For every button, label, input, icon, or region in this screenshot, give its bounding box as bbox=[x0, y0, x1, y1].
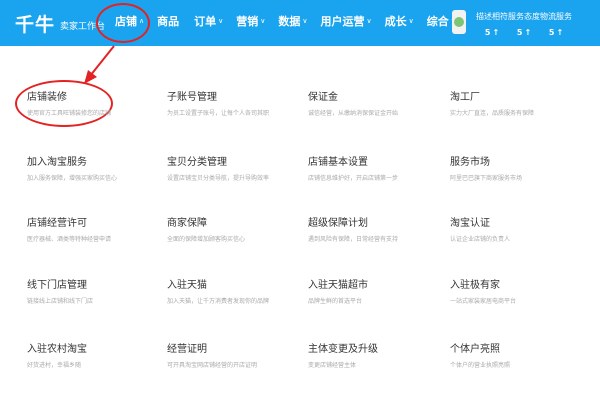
grid-item-join-jiyoujia[interactable]: 入驻极有家 一站式家装家居电商平台 bbox=[450, 276, 580, 305]
nav-highlight-annotation bbox=[96, 3, 150, 43]
stat-service: 服务态度 5 ↑ bbox=[508, 12, 540, 37]
avatar[interactable] bbox=[452, 10, 466, 34]
grid-item-offline-store[interactable]: 线下门店管理 链接线上店铺和线下门店 bbox=[27, 276, 157, 305]
grid-item-business-license[interactable]: 店铺经营许可 医疗器械、酒类等特种经营申请 bbox=[27, 214, 157, 243]
stat-description: 描述相符 5 ↑ bbox=[476, 12, 508, 37]
grid-item-basic-settings[interactable]: 店铺基本设置 店铺信息维护好，开启店铺第一步 bbox=[308, 153, 438, 182]
grid-item-sub-account[interactable]: 子账号管理 为员工设置子账号，让每个人各司其职 bbox=[167, 88, 297, 117]
chevron-down-icon: ∨ bbox=[366, 17, 372, 25]
logo-text: 千牛 bbox=[15, 14, 56, 36]
chevron-down-icon: ∨ bbox=[302, 17, 308, 25]
grid-item-join-service[interactable]: 加入淘宝服务 加入服务保障，增强买家购买信心 bbox=[27, 153, 157, 182]
grid-item-business-proof[interactable]: 经营证明 可开具淘宝网店铺经营的开店证明 bbox=[167, 340, 297, 369]
nav-marketing[interactable]: 营销 ∨ bbox=[236, 13, 265, 29]
nav-orders[interactable]: 订单 ∨ bbox=[194, 13, 223, 29]
grid-item-deposit[interactable]: 保证金 诚信经营，从缴纳消保保证金开始 bbox=[308, 88, 438, 117]
grid-item-join-tmall-supermarket[interactable]: 入驻天猫超市 品牌生鲜的首选平台 bbox=[308, 276, 438, 305]
nav-data[interactable]: 数据 ∨ bbox=[278, 13, 307, 29]
main-nav: 店铺∧ 商品 订单∨ 营销∨ 数据∨ 用户运营∨ 成长∨ 综合∨ bbox=[115, 13, 469, 29]
chevron-down-icon: ∨ bbox=[218, 17, 224, 25]
stat-value: 5 bbox=[484, 28, 491, 37]
top-navigation-bar: 千牛 卖家工作台 店铺 ∧ 商品 订单 ∨ 营销 ∨ 数据 ∨ 用户运营 ∨ 成长 ∨ 综合… bbox=[0, 0, 600, 46]
arrow-up-icon: ↑ bbox=[492, 28, 500, 37]
stat-value: 5 bbox=[548, 28, 555, 37]
arrow-up-icon: ↑ bbox=[524, 28, 532, 37]
grid-item-entity-change[interactable]: 主体变更及升级 变更店铺经营主体 bbox=[308, 340, 438, 369]
grid-item-merchant-guarantee[interactable]: 商家保障 全面的保障增加顾客购买信心 bbox=[167, 214, 297, 243]
chevron-down-icon: ∨ bbox=[408, 17, 414, 25]
grid-item-rural-taobao[interactable]: 入驻农村淘宝 好货进村，幸福乡随 bbox=[27, 340, 157, 369]
nav-growth[interactable]: 成长 ∨ bbox=[385, 13, 414, 29]
qianniu-logo[interactable]: 千牛 卖家工作台 bbox=[15, 10, 105, 37]
grid-item-individual-license[interactable]: 个体户亮照 个体户的营业执照亮照 bbox=[450, 340, 580, 369]
stat-logistics: 物流服务 5 ↑ bbox=[540, 12, 572, 37]
stat-value: 5 bbox=[516, 28, 523, 37]
grid-item-super-guarantee[interactable]: 超级保障计划 遇到风险有保障，日常经营有支持 bbox=[308, 214, 438, 243]
nav-user-operations[interactable]: 用户运营 ∨ bbox=[321, 13, 372, 29]
nav-products[interactable]: 商品 bbox=[157, 13, 181, 29]
grid-item-taobao-certification[interactable]: 淘宝认证 认证企业店铺的负责人 bbox=[450, 214, 580, 243]
grid-item-category-manage[interactable]: 宝贝分类管理 设置店铺宝贝分类导航，提升导购效率 bbox=[167, 153, 297, 182]
grid-item-service-market[interactable]: 服务市场 阿里巴巴旗下商家服务市场 bbox=[450, 153, 580, 182]
arrow-up-icon: ↑ bbox=[556, 28, 564, 37]
annotation-arrow-icon bbox=[84, 45, 115, 84]
chevron-down-icon: ∨ bbox=[260, 17, 266, 25]
grid-item-join-tmall[interactable]: 入驻天猫 加入天猫，让千万消费者发现你的品牌 bbox=[167, 276, 297, 305]
grid-item-taogongchang[interactable]: 淘工厂 实力大厂直连，品质服务有保障 bbox=[450, 88, 580, 117]
grid-item-shop-decoration[interactable]: 店铺装修 使用官方工具旺铺装修您的店铺 bbox=[27, 88, 157, 117]
